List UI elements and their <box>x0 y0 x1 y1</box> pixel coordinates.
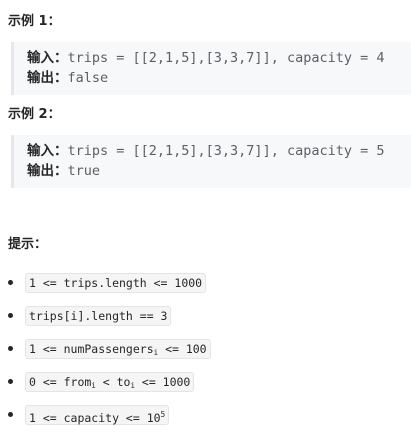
example-2-box: 输入：trips = [[2,1,5],[3,3,7]], capacity =… <box>11 135 411 188</box>
hint-text: <= 1000 <box>134 375 191 389</box>
example-1-heading: 示例 1： <box>8 14 61 29</box>
example-1-box: 输入：trips = [[2,1,5],[3,3,7]], capacity =… <box>11 42 411 95</box>
bullet-icon <box>8 412 13 417</box>
example-1-output-label: 输出： <box>27 70 68 86</box>
hints-heading: 提示： <box>8 237 48 252</box>
example-2-output-value: true <box>67 163 101 179</box>
hint-text: 1 <= numPassengers <box>29 342 154 356</box>
hint-superscript: 5 <box>160 410 166 419</box>
example-2-heading: 示例 2： <box>8 107 61 122</box>
hint-code: 1 <= capacity <= 105 <box>25 405 170 425</box>
bullet-icon <box>8 313 13 318</box>
bullet-icon <box>8 379 13 384</box>
example-2-input-line: 输入：trips = [[2,1,5],[3,3,7]], capacity =… <box>27 142 384 160</box>
bullet-icon <box>8 346 13 351</box>
example-1-output-value: false <box>67 70 109 86</box>
hint-code: 0 <= fromi < toi <= 1000 <box>25 372 195 392</box>
example-2-input-label: 输入： <box>27 143 68 159</box>
example-2-output-label: 输出： <box>27 163 68 179</box>
hint-code: 1 <= trips.length <= 1000 <box>25 273 207 293</box>
hint-text: <= 100 <box>158 342 207 356</box>
example-1-input-label: 输入： <box>27 50 68 66</box>
hint-text: 0 <= from <box>29 375 92 389</box>
hint-text: 1 <= capacity <= 10 <box>29 411 161 425</box>
hint-code: trips[i].length == 3 <box>25 306 172 326</box>
hint-text: < to <box>95 375 131 389</box>
example-1-input-value: trips = [[2,1,5],[3,3,7]], capacity = 4 <box>67 50 385 66</box>
hint-code: 1 <= numPassengersi <= 100 <box>25 339 211 359</box>
example-2-input-value: trips = [[2,1,5],[3,3,7]], capacity = 5 <box>67 143 385 159</box>
example-2-output-line: 输出：true <box>27 162 100 180</box>
example-1-output-line: 输出：false <box>27 69 108 87</box>
bullet-icon <box>8 280 13 285</box>
example-1-input-line: 输入：trips = [[2,1,5],[3,3,7]], capacity =… <box>27 49 384 67</box>
